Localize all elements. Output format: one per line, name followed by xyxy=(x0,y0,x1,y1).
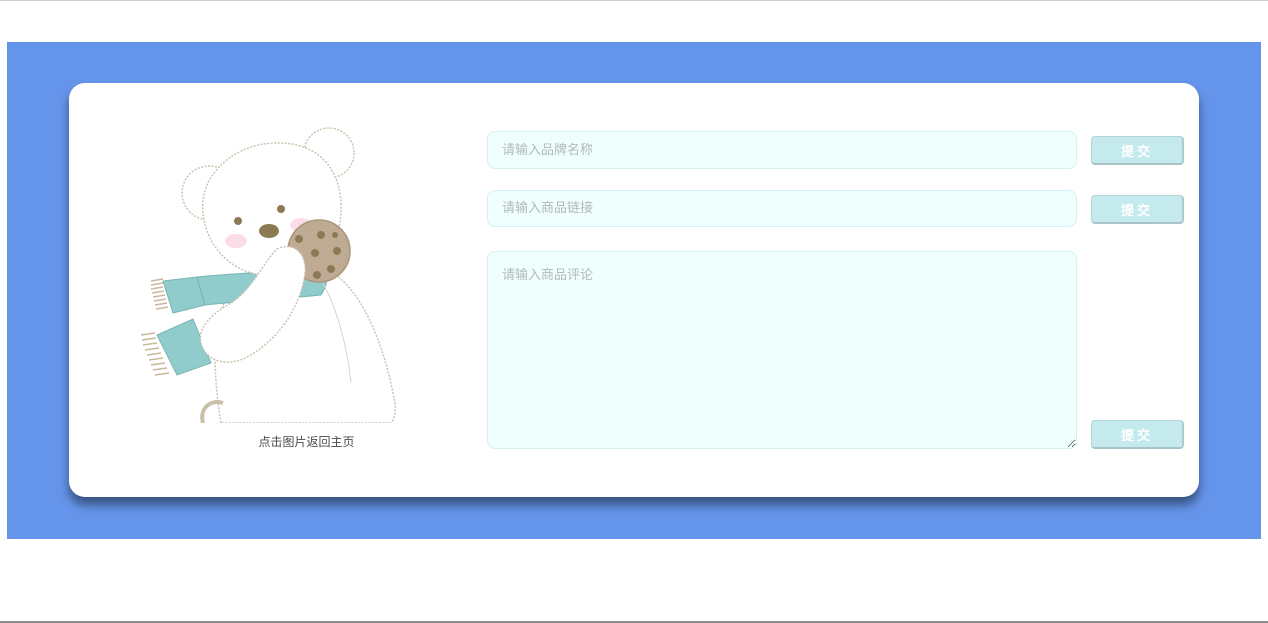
home-link-caption[interactable]: 点击图片返回主页 xyxy=(219,433,394,450)
home-image-link[interactable] xyxy=(133,123,433,423)
submit-comment-button[interactable]: 提交 xyxy=(1091,420,1184,449)
page-background: 点击图片返回主页 提交 提交 提交 xyxy=(7,42,1261,539)
polar-bear-illustration xyxy=(140,127,396,423)
form-card: 点击图片返回主页 提交 提交 提交 xyxy=(69,83,1199,497)
submit-brand-button[interactable]: 提交 xyxy=(1091,136,1184,165)
brand-name-input[interactable] xyxy=(487,131,1077,169)
product-comment-textarea[interactable] xyxy=(487,251,1077,449)
product-link-input[interactable] xyxy=(487,190,1077,227)
top-divider xyxy=(0,0,1268,1)
submit-link-button[interactable]: 提交 xyxy=(1091,195,1184,224)
